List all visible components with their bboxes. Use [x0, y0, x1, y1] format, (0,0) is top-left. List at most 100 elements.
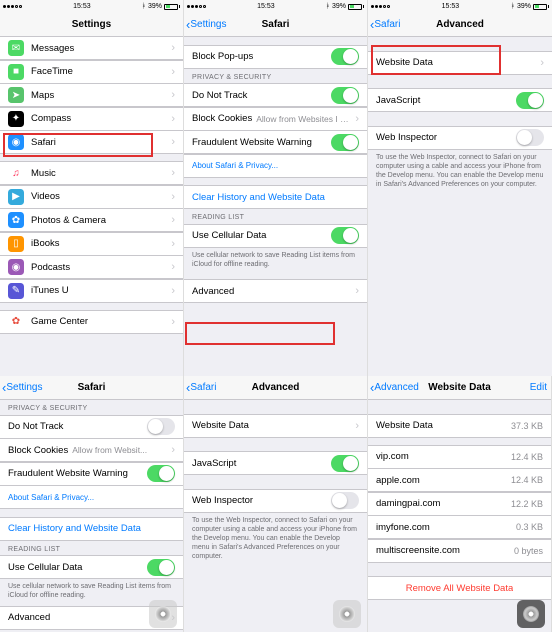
chevron-right-icon: ›	[171, 261, 175, 273]
status-bar: 15:53 ᚼ39%	[184, 0, 367, 13]
toggle[interactable]	[147, 465, 175, 482]
app-icon: ■	[8, 64, 24, 80]
app-icon: ▯	[8, 236, 24, 252]
chevron-right-icon: ›	[171, 238, 175, 250]
navbar: Settings	[0, 13, 183, 37]
footer-note: To use the Web Inspector, connect to Saf…	[368, 150, 552, 192]
panel-safari-settings: 15:53 ᚼ39% ‹Settings Safari Block Pop-up…	[184, 0, 368, 376]
row-site[interactable]: multiscreensite.com0 bytes	[368, 539, 551, 563]
toggle[interactable]	[147, 418, 175, 435]
row-web-inspector[interactable]: Web Inspector	[184, 489, 367, 513]
row-website-data[interactable]: Website Data›	[368, 51, 552, 75]
back-button[interactable]: ‹Settings	[2, 380, 42, 395]
toggle[interactable]	[331, 87, 359, 104]
page-title: Advanced	[436, 19, 484, 30]
row-advanced[interactable]: Advanced›	[184, 279, 367, 303]
chevron-right-icon: ›	[171, 42, 175, 54]
row-label: Podcasts	[31, 262, 171, 273]
toggle[interactable]	[516, 92, 544, 109]
row-label: Photos & Camera	[31, 215, 171, 226]
row-safari[interactable]: ◉Safari›	[0, 130, 183, 154]
row-messages[interactable]: ✉ Messages›	[0, 36, 183, 60]
toggle[interactable]	[331, 455, 359, 472]
row-site[interactable]: apple.com12.4 KB	[368, 468, 551, 492]
row-about-privacy[interactable]: About Safari & Privacy...	[0, 485, 183, 509]
row-site[interactable]: imyfone.com0.3 KB	[368, 515, 551, 539]
assistive-touch-icon[interactable]	[149, 600, 177, 628]
toggle[interactable]	[147, 559, 175, 576]
back-button[interactable]: ‹Advanced	[370, 380, 419, 395]
row-do-not-track[interactable]: Do Not Track	[0, 415, 183, 439]
row-facetime[interactable]: ■FaceTime›	[0, 60, 183, 84]
site-size: 0.3 KB	[516, 522, 543, 532]
row-label: Game Center	[31, 316, 171, 327]
row-block-cookies[interactable]: Block CookiesAllow from Websites I Visit…	[184, 107, 367, 131]
row-label: Messages	[31, 43, 171, 54]
site-name: apple.com	[376, 475, 511, 486]
row-cellular-data[interactable]: Use Cellular Data	[0, 555, 183, 579]
section-header: PRIVACY & SECURITY	[0, 400, 183, 415]
chevron-right-icon: ›	[171, 316, 175, 328]
row-music[interactable]: ♫Music›	[0, 161, 183, 185]
row-itunes-u[interactable]: ✎iTunes U›	[0, 279, 183, 303]
row-clear-history[interactable]: Clear History and Website Data	[0, 517, 183, 541]
highlight-box	[185, 322, 335, 345]
navbar: ‹Settings Safari	[184, 13, 367, 37]
assistive-touch-icon[interactable]	[517, 600, 545, 628]
edit-button[interactable]: Edit	[530, 382, 547, 393]
row-fraud-warning[interactable]: Fraudulent Website Warning	[0, 462, 183, 486]
row-podcasts[interactable]: ◉Podcasts›	[0, 255, 183, 279]
back-button[interactable]: ‹Settings	[186, 17, 226, 32]
row-site[interactable]: damingpai.com12.2 KB	[368, 492, 551, 516]
chevron-right-icon: ›	[355, 113, 359, 125]
site-size: 12.4 KB	[511, 452, 543, 462]
row-game-center[interactable]: ✿Game Center›	[0, 310, 183, 334]
app-icon: ✦	[8, 111, 24, 127]
page-title: Safari	[78, 382, 106, 393]
assistive-touch-icon[interactable]	[333, 600, 361, 628]
back-button[interactable]: ‹Safari	[186, 380, 216, 395]
chevron-right-icon: ›	[171, 285, 175, 297]
row-clear-history[interactable]: Clear History and Website Data	[184, 185, 367, 209]
section-header: READING LIST	[184, 209, 367, 224]
site-name: vip.com	[376, 451, 511, 462]
toggle[interactable]	[331, 134, 359, 151]
row-do-not-track[interactable]: Do Not Track	[184, 83, 367, 107]
site-name: imyfone.com	[376, 522, 516, 533]
row-ibooks[interactable]: ▯iBooks›	[0, 232, 183, 256]
toggle[interactable]	[331, 492, 359, 509]
row-block-cookies[interactable]: Block CookiesAllow from Websit...›	[0, 438, 183, 462]
row-fraud-warning[interactable]: Fraudulent Website Warning	[184, 130, 367, 154]
row-cellular-data[interactable]: Use Cellular Data	[184, 224, 367, 248]
site-name: multiscreensite.com	[376, 545, 514, 556]
row-videos[interactable]: ▶Videos›	[0, 185, 183, 209]
chevron-right-icon: ›	[171, 191, 175, 203]
bluetooth-icon: ᚼ	[142, 3, 146, 10]
toggle[interactable]	[516, 129, 544, 146]
row-javascript[interactable]: JavaScript	[368, 88, 552, 112]
toggle[interactable]	[331, 48, 359, 65]
toggle[interactable]	[331, 227, 359, 244]
row-label: Videos	[31, 191, 171, 202]
row-maps[interactable]: ➤Maps›	[0, 83, 183, 107]
page-title: Website Data	[428, 382, 491, 393]
navbar: ‹Safari Advanced	[368, 13, 552, 37]
row-website-data[interactable]: Website Data›	[184, 414, 367, 438]
section-header: READING LIST	[0, 541, 183, 556]
back-button[interactable]: ‹Safari	[370, 17, 400, 32]
row-photos-camera[interactable]: ✿Photos & Camera›	[0, 208, 183, 232]
row-compass[interactable]: ✦Compass›	[0, 107, 183, 131]
row-site[interactable]: vip.com12.4 KB	[368, 445, 551, 469]
app-icon: ✎	[8, 283, 24, 299]
app-icon: ✉	[8, 40, 24, 56]
page-title: Settings	[72, 19, 111, 30]
row-label: Safari	[31, 137, 171, 148]
row-remove-all[interactable]: Remove All Website Data	[368, 576, 551, 600]
panel-website-data: ‹Advanced Website Data Edit Website Data…	[368, 376, 552, 632]
chevron-right-icon: ›	[355, 285, 359, 297]
row-about-privacy[interactable]: About Safari & Privacy...	[184, 154, 367, 178]
row-javascript[interactable]: JavaScript	[184, 451, 367, 475]
row-block-popups[interactable]: Block Pop-ups	[184, 45, 367, 69]
panel-advanced: 15:53 ᚼ39% ‹Safari Advanced Website Data…	[368, 0, 552, 376]
row-web-inspector[interactable]: Web Inspector	[368, 126, 552, 150]
